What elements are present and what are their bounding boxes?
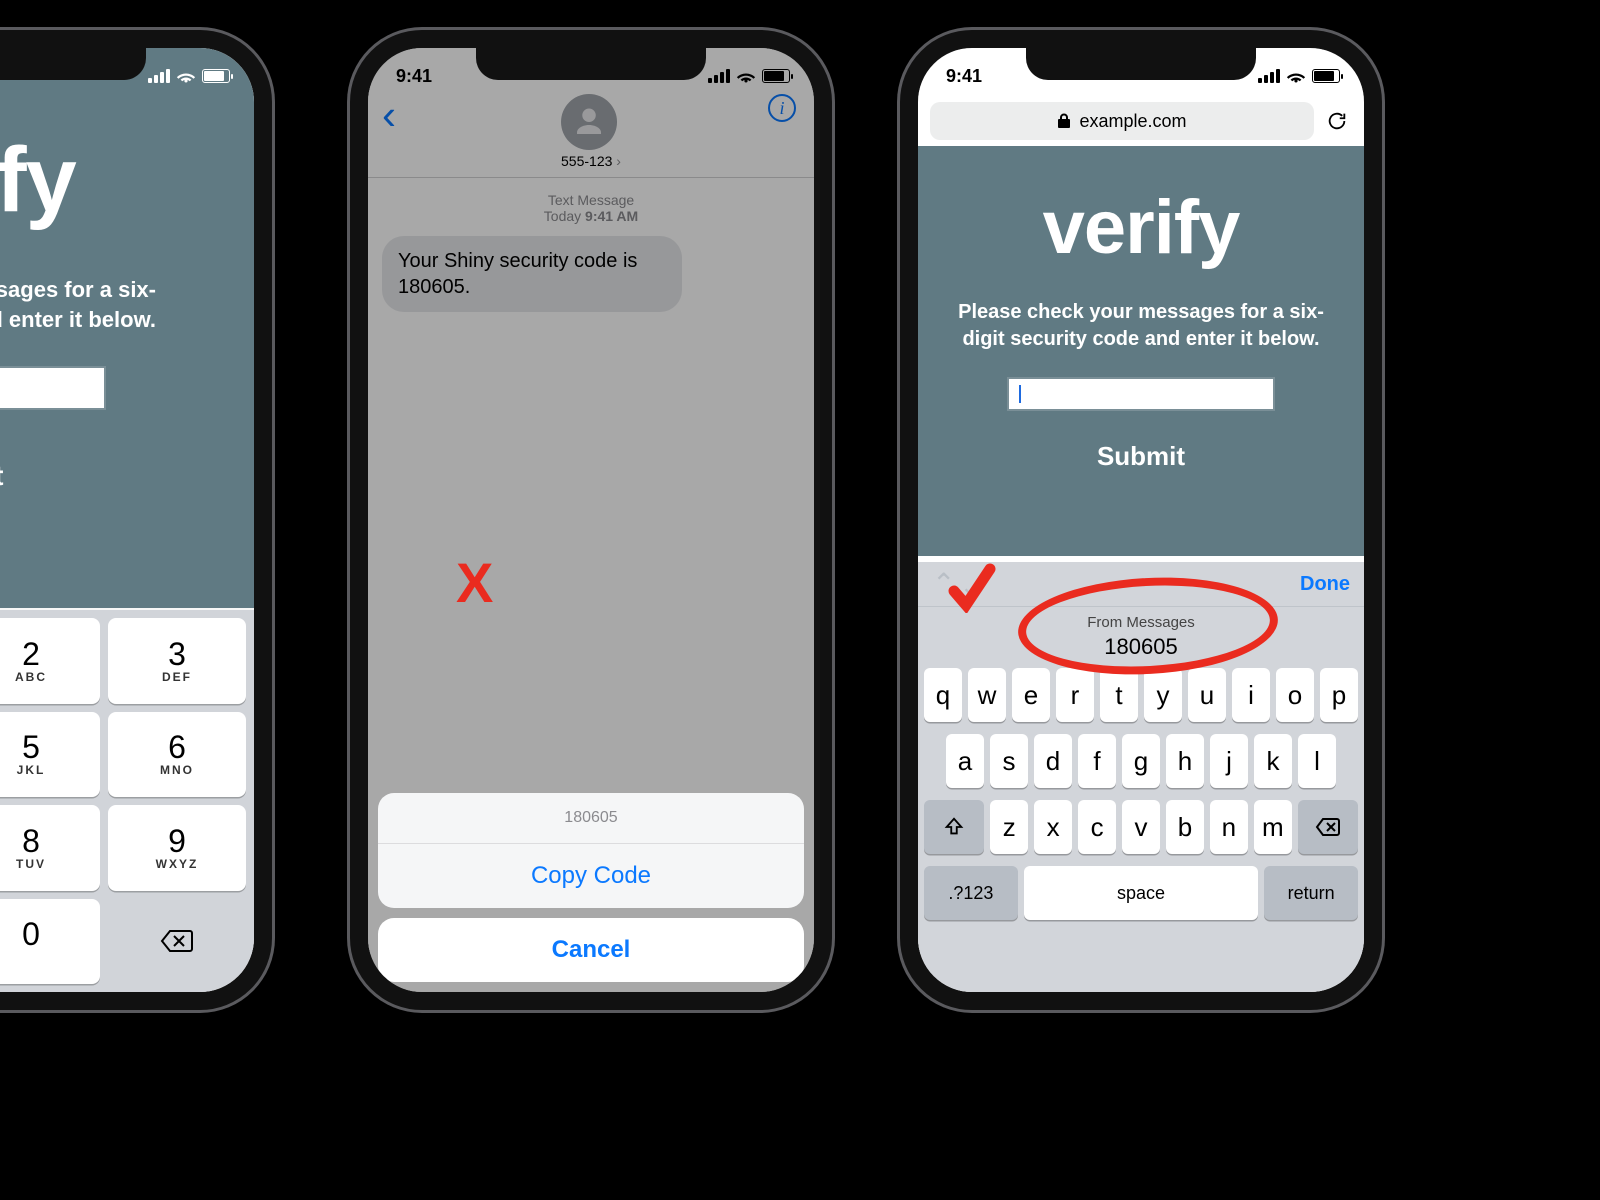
wifi-icon xyxy=(1286,69,1306,84)
stamp-x-icon: X xyxy=(456,550,493,615)
status-time: 9:41 xyxy=(946,66,982,87)
keypad-key-9[interactable]: 9WXYZ xyxy=(108,805,246,891)
verify-panel: verify Please check your messages for a … xyxy=(918,146,1364,556)
battery-icon xyxy=(1312,69,1340,83)
key-j[interactable]: j xyxy=(1210,734,1248,788)
key-o[interactable]: o xyxy=(1276,668,1314,722)
key-v[interactable]: v xyxy=(1122,800,1160,854)
key-d[interactable]: d xyxy=(1034,734,1072,788)
key-r[interactable]: r xyxy=(1056,668,1094,722)
phone-center: 9:41 ‹ 555-123 i Text MessageTod xyxy=(350,30,832,1010)
copy-code-button[interactable]: Copy Code xyxy=(378,844,804,908)
url-text: example.com xyxy=(1079,111,1186,132)
reload-icon xyxy=(1326,110,1348,132)
code-input[interactable] xyxy=(0,366,106,410)
shift-key[interactable] xyxy=(924,800,984,854)
keypad-key-0[interactable]: 0 xyxy=(0,899,100,985)
key-a[interactable]: a xyxy=(946,734,984,788)
status-time: 9:41 xyxy=(396,66,432,87)
stamp-check-icon xyxy=(948,560,996,627)
keypad-key-3[interactable]: 3DEF xyxy=(108,618,246,704)
key-k[interactable]: k xyxy=(1254,734,1292,788)
key-n[interactable]: n xyxy=(1210,800,1248,854)
signal-icon xyxy=(708,69,730,83)
backspace-icon xyxy=(160,929,194,953)
done-button[interactable]: Done xyxy=(1300,573,1350,596)
keypad-key-8[interactable]: 8TUV xyxy=(0,805,100,891)
notch xyxy=(0,46,146,80)
safari-toolbar: example.com xyxy=(918,96,1364,146)
key-p[interactable]: p xyxy=(1320,668,1358,722)
key-q[interactable]: q xyxy=(924,668,962,722)
action-sheet: 180605 Copy Code Cancel xyxy=(378,793,804,982)
notch xyxy=(1026,46,1256,80)
key-z[interactable]: z xyxy=(990,800,1028,854)
key-l[interactable]: l xyxy=(1298,734,1336,788)
address-bar[interactable]: example.com xyxy=(930,102,1314,140)
backspace-key[interactable] xyxy=(1298,800,1358,854)
autofill-value: 180605 xyxy=(1087,633,1195,661)
verify-instructions: Please check your messages for a six-dig… xyxy=(918,299,1364,353)
verify-panel: verify our messages for a six- code and … xyxy=(0,48,254,608)
wifi-icon xyxy=(736,69,756,84)
shift-icon xyxy=(943,816,965,838)
key-y[interactable]: y xyxy=(1144,668,1182,722)
backspace-key[interactable] xyxy=(108,899,246,985)
signal-icon xyxy=(148,69,170,83)
key-i[interactable]: i xyxy=(1232,668,1270,722)
submit-button[interactable]: Submit xyxy=(0,460,3,492)
signal-icon xyxy=(1258,69,1280,83)
key-g[interactable]: g xyxy=(1122,734,1160,788)
battery-icon xyxy=(762,69,790,83)
phone-right: 9:41 example.com verify Please chec xyxy=(900,30,1382,1010)
key-h[interactable]: h xyxy=(1166,734,1204,788)
lock-icon xyxy=(1057,113,1071,129)
wifi-icon xyxy=(176,69,196,84)
key-f[interactable]: f xyxy=(1078,734,1116,788)
autofill-suggestion[interactable]: From Messages 180605 xyxy=(1065,610,1217,664)
key-t[interactable]: t xyxy=(1100,668,1138,722)
key-c[interactable]: c xyxy=(1078,800,1116,854)
autofill-label: From Messages xyxy=(1087,614,1195,633)
notch xyxy=(476,46,706,80)
cancel-button[interactable]: Cancel xyxy=(378,918,804,982)
space-key[interactable]: space xyxy=(1024,866,1258,920)
verify-instructions: our messages for a six- code and enter i… xyxy=(0,275,156,334)
keypad-key-2[interactable]: 2ABC xyxy=(0,618,100,704)
submit-button[interactable]: Submit xyxy=(1097,441,1185,472)
text-caret xyxy=(1019,385,1021,403)
verify-heading: verify xyxy=(0,128,76,233)
sheet-title: 180605 xyxy=(378,793,804,844)
numbers-key[interactable]: .?123 xyxy=(924,866,1018,920)
key-b[interactable]: b xyxy=(1166,800,1204,854)
reload-button[interactable] xyxy=(1322,106,1352,136)
battery-icon xyxy=(202,69,230,83)
backspace-icon xyxy=(1315,817,1341,837)
phone-left: 9:41 verify our messages for a six- code… xyxy=(0,30,272,1010)
return-key[interactable]: return xyxy=(1264,866,1358,920)
key-m[interactable]: m xyxy=(1254,800,1292,854)
numeric-keypad: 1 2ABC3DEF4GHI5JKL6MNO7PQRS8TUV9WXYZ0 xyxy=(0,610,254,992)
keypad-key-5[interactable]: 5JKL xyxy=(0,712,100,798)
key-x[interactable]: x xyxy=(1034,800,1072,854)
key-s[interactable]: s xyxy=(990,734,1028,788)
key-u[interactable]: u xyxy=(1188,668,1226,722)
key-e[interactable]: e xyxy=(1012,668,1050,722)
keypad-key-6[interactable]: 6MNO xyxy=(108,712,246,798)
code-input[interactable] xyxy=(1007,377,1275,411)
verify-heading: verify xyxy=(1043,184,1240,271)
key-w[interactable]: w xyxy=(968,668,1006,722)
